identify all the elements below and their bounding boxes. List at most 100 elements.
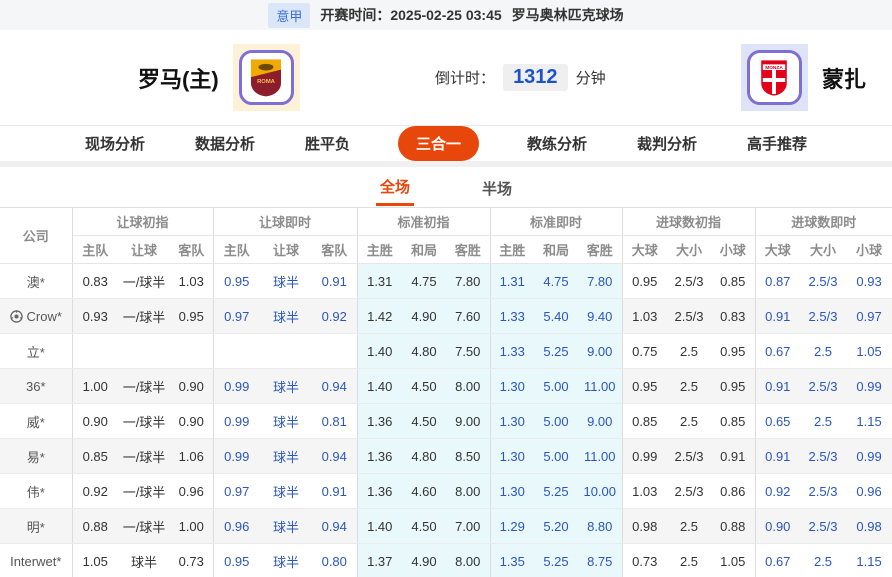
tab-coach-analysis[interactable]: 教练分析 — [525, 129, 589, 158]
odds-cell: 2.5/3 — [800, 298, 847, 334]
odds-cell: 5.00 — [534, 438, 578, 474]
odds-cell: 1.40 — [357, 368, 402, 404]
odds-cell: 1.36 — [357, 438, 402, 474]
subtab-full-match[interactable]: 全场 — [375, 168, 414, 206]
tab-data-analysis[interactable]: 数据分析 — [193, 129, 257, 158]
odds-cell: 4.60 — [402, 473, 446, 509]
odds-table: 公司 让球初指 让球即时 标准初指 标准即时 进球数初指 进球数即时 主队 让球… — [0, 207, 892, 577]
column-header: 主队 — [213, 235, 260, 264]
odds-cell: 2.5/3 — [667, 473, 711, 509]
company-cell[interactable]: 36* — [0, 368, 73, 404]
odds-cell: 7.80 — [446, 263, 491, 299]
company-cell[interactable]: Interwet* — [0, 543, 73, 577]
odds-cell: 1.05 — [72, 543, 118, 577]
odds-cell: 1.36 — [357, 473, 402, 509]
odds-cell: 9.00 — [578, 333, 623, 369]
table-row: 易* 0.85 一/球半 1.06 0.99 球半 0.94 1.36 4.80 8.50 1.3… — [0, 438, 892, 474]
odds-cell: 球半 — [260, 263, 312, 299]
analysis-nav: 现场分析 数据分析 胜平负 三合一 教练分析 裁判分析 高手推荐 — [0, 125, 892, 161]
odds-cell: 5.40 — [534, 298, 578, 334]
odds-cell: 0.93 — [846, 263, 892, 299]
odds-cell — [213, 333, 260, 369]
group-header-standard-live: 标准即时 — [490, 207, 623, 236]
group-header-handicap-live: 让球即时 — [213, 207, 358, 236]
company-cell[interactable]: 伟* — [0, 473, 73, 509]
group-header-goals-live: 进球数即时 — [755, 207, 892, 236]
odds-cell: 1.40 — [357, 508, 402, 544]
odds-cell: 8.50 — [446, 438, 491, 474]
tab-expert-picks[interactable]: 高手推荐 — [745, 129, 809, 158]
tab-win-draw-loss[interactable]: 胜平负 — [303, 129, 352, 158]
odds-cell: 7.80 — [578, 263, 623, 299]
company-cell[interactable]: 威* — [0, 403, 73, 439]
odds-cell: 1.29 — [490, 508, 534, 544]
countdown-unit: 分钟 — [575, 70, 606, 87]
odds-cell: 0.95 — [170, 298, 214, 334]
odds-cell: 0.85 — [711, 263, 756, 299]
odds-cell: 0.92 — [72, 473, 118, 509]
table-row: 澳* 0.83 一/球半 1.03 0.95 球半 0.91 1.31 4.75 7.80 1.3… — [0, 263, 892, 299]
company-name: Crow* — [26, 308, 62, 324]
odds-cell: 2.5 — [800, 543, 847, 577]
odds-cell: 2.5/3 — [667, 263, 711, 299]
away-team-name: 蒙扎 — [821, 66, 866, 92]
company-name: 立* — [26, 344, 45, 360]
odds-cell: 4.50 — [402, 368, 446, 404]
odds-cell: 一/球半 — [118, 368, 170, 404]
company-cell[interactable]: 明* — [0, 508, 73, 544]
odds-cell: 5.25 — [534, 543, 578, 577]
odds-cell: 0.85 — [72, 438, 118, 474]
tab-referee-analysis[interactable]: 裁判分析 — [635, 129, 699, 158]
odds-cell: 0.88 — [72, 508, 118, 544]
odds-cell: 2.5/3 — [800, 263, 847, 299]
company-cell[interactable]: 澳* — [0, 263, 73, 299]
odds-cell — [312, 333, 358, 369]
column-header: 大小 — [800, 235, 847, 264]
tab-three-in-one[interactable]: 三合一 — [397, 126, 479, 161]
subtab-half-match[interactable]: 半场 — [478, 170, 516, 205]
company-cell[interactable]: 易* — [0, 438, 73, 474]
company-cell[interactable]: 立* — [0, 333, 73, 369]
odds-cell: 0.98 — [846, 508, 892, 544]
company-cell[interactable]: Crow* — [0, 298, 73, 334]
group-header-goals-initial: 进球数初指 — [622, 207, 756, 236]
odds-cell: 1.40 — [357, 333, 402, 369]
odds-cell: 1.35 — [490, 543, 534, 577]
company-name: Interwet* — [10, 553, 62, 569]
table-row: 立* 1.40 4.80 7.50 1.33 5.25 9.00 0.75 2.5 0.95 0.… — [0, 333, 892, 369]
tab-live-analysis[interactable]: 现场分析 — [83, 129, 147, 158]
odds-cell: 4.50 — [402, 403, 446, 439]
odds-cell: 1.03 — [622, 473, 667, 509]
odds-cell: 球半 — [260, 473, 312, 509]
kickoff-time: 开赛时间：2025-02-25 03:45 — [320, 7, 502, 23]
odds-cell: 0.91 — [312, 473, 358, 509]
odds-cell: 5.00 — [534, 403, 578, 439]
odds-cell: 1.31 — [490, 263, 534, 299]
venue-label: 罗马奥林匹克球场 — [511, 7, 624, 23]
odds-cell: 0.80 — [312, 543, 358, 577]
odds-cell: 7.60 — [446, 298, 491, 334]
odds-cell: 10.00 — [578, 473, 623, 509]
column-header: 客胜 — [578, 235, 623, 264]
odds-cell: 0.95 — [711, 333, 756, 369]
league-badge[interactable]: 意甲 — [268, 2, 311, 28]
company-name: 36* — [25, 378, 46, 394]
odds-cell: 0.99 — [213, 403, 260, 439]
column-header: 让球 — [118, 235, 170, 264]
odds-cell: 0.91 — [312, 263, 358, 299]
table-row: Interwet* 1.05 球半 0.73 0.95 球半 0.80 1.37 4.90 8.… — [0, 543, 892, 577]
odds-cell: 1.30 — [490, 438, 534, 474]
team-header: 罗马(主) ROMA 倒计时： 1312 分钟 MONZA 蒙扎 — [0, 30, 892, 125]
odds-cell — [170, 333, 214, 369]
odds-cell — [118, 333, 170, 369]
column-header: 主胜 — [490, 235, 534, 264]
odds-cell: 1.30 — [490, 473, 534, 509]
odds-cell: 2.5/3 — [800, 368, 847, 404]
odds-cell: 0.67 — [755, 333, 801, 369]
odds-cell: 2.5 — [667, 543, 711, 577]
odds-cell: 0.88 — [711, 508, 756, 544]
company-name: 明* — [26, 519, 45, 535]
odds-cell: 5.25 — [534, 473, 578, 509]
group-header-handicap-initial: 让球初指 — [72, 207, 214, 236]
odds-cell: 0.95 — [622, 263, 667, 299]
